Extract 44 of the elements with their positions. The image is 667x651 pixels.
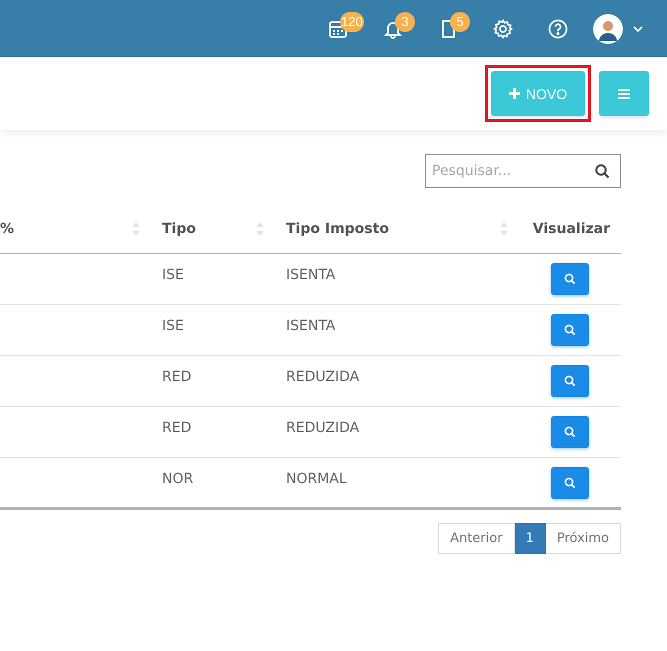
search-icon (564, 375, 576, 387)
page-button[interactable]: 1 (514, 523, 546, 554)
view-button[interactable] (550, 416, 588, 448)
menu-icon (618, 88, 630, 98)
column-header: % (0, 221, 14, 237)
avatar (593, 14, 623, 44)
header-button[interactable]: 5 (420, 8, 475, 48)
search-icon (564, 477, 576, 489)
search-icon (564, 324, 576, 336)
table-cell: RED (162, 420, 192, 436)
column-header: Tipo Imposto (286, 221, 389, 237)
table-cell: NOR (162, 471, 194, 487)
column-header: Tipo (162, 221, 196, 237)
notification-badge: 5 (450, 12, 470, 32)
search-field[interactable]: Pesquisar... (425, 154, 621, 188)
chevron-down-icon (633, 26, 643, 32)
search-icon (564, 426, 576, 438)
table-cell: ISE (162, 318, 184, 334)
menu-button[interactable] (599, 71, 649, 116)
search-icon (595, 164, 610, 179)
table-cell: REDUZIDA (286, 420, 360, 436)
header-button[interactable]: 3 (365, 8, 420, 48)
table-cell: ISE (162, 267, 184, 283)
next-page-button[interactable]: Próximo (546, 523, 621, 554)
new-button[interactable]: NOVO (491, 71, 585, 116)
help-icon (548, 18, 568, 38)
user-menu[interactable] (593, 14, 643, 44)
table-cell: ISENTA (286, 267, 336, 283)
view-button[interactable] (550, 263, 588, 295)
table-cell: REDUZIDA (286, 369, 360, 385)
notification-badge: 3 (395, 12, 415, 32)
settings-icon (492, 18, 512, 38)
header-button[interactable]: 120 (310, 8, 365, 48)
view-button[interactable] (550, 365, 588, 397)
search-icon (564, 273, 576, 285)
notification-badge: 120 (340, 12, 364, 32)
column-header: Visualizar (532, 221, 610, 237)
view-button[interactable] (550, 314, 588, 346)
view-button[interactable] (550, 467, 588, 499)
table-cell: ISENTA (286, 318, 336, 334)
table-cell: NORMAL (286, 471, 347, 487)
previous-page-button[interactable]: Anterior (438, 523, 515, 554)
table-cell: RED (162, 369, 192, 385)
plus-icon (508, 88, 520, 99)
